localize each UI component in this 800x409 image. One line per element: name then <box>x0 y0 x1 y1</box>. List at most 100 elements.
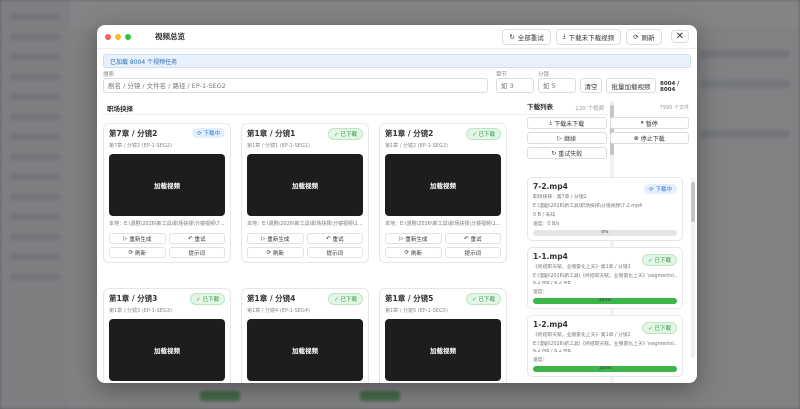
status-badge: ✓ 已下载 <box>642 254 677 266</box>
download-missing-button[interactable]: ⤓ 下载未下载 <box>527 117 607 129</box>
status-badge: ⟳ 下载中 <box>644 184 677 194</box>
retry-button[interactable]: ↶ 重试 <box>168 233 225 244</box>
status-badge: ✓ 已下载 <box>642 322 677 334</box>
card-subtitle: 第1章 / 分镜5 (EP-1-SEG5) <box>385 308 448 314</box>
video-placeholder[interactable]: 加载视频 <box>109 319 225 381</box>
progress-text: 0% <box>601 230 609 235</box>
refresh-button[interactable]: ⟳ 刷新 <box>626 28 662 45</box>
download-item[interactable]: 1-2.mp4 ✓ 已下载 《终结职天赋，业赠雷化上天》· 第1章 / 分镜2 … <box>527 315 683 377</box>
pause-icon: ⏸ <box>640 119 644 126</box>
refresh-button[interactable]: ⟳ 刷新 <box>247 247 304 258</box>
maximize-dot[interactable] <box>125 33 131 40</box>
pause-button[interactable]: ⏸ 暂停 <box>609 117 689 129</box>
shot-label: 分镜 <box>538 72 550 78</box>
batch-load-button[interactable]: 批量加载视频 <box>606 78 656 93</box>
play-icon: ▷ <box>399 235 404 242</box>
download-header: 下载列表 7990 个文件 <box>527 101 689 111</box>
download-title: 下载列表 <box>527 103 553 111</box>
file-size: 0 B / 未知 <box>533 213 556 218</box>
status-badge: ✓ 已下载 <box>328 293 363 305</box>
retry-failed-button[interactable]: ↻ 重试失败 <box>527 147 607 159</box>
retry-button[interactable]: ↶ 重试 <box>444 233 501 244</box>
progress-text: 100% <box>598 298 612 303</box>
video-card[interactable]: 第1章 / 分镜1 ✓ 已下载 第1章 / 分镜1 (EP-1-SEG1) 加载… <box>241 123 369 263</box>
scrollbar-thumb[interactable] <box>691 182 695 222</box>
refresh-icon: ⟳ <box>266 249 272 256</box>
download-item[interactable]: 7-2.mp4 ⟳ 下载中 职场抉择 · 第7章 / 分镜2 E:\漫剧\202… <box>527 177 683 241</box>
refresh-icon: ⟳ <box>404 249 410 256</box>
chapter-input[interactable] <box>496 78 534 93</box>
card-path: 本地：E:\漫剧\2026\新工具\职场抉择\分镜视频\1... <box>247 221 363 227</box>
video-placeholder[interactable]: 加载视频 <box>385 319 501 381</box>
retry-icon: ↶ <box>187 235 193 242</box>
file-speed: 速度： <box>533 290 548 295</box>
minimize-dot[interactable] <box>115 33 121 40</box>
progress-text: 100% <box>598 366 612 371</box>
play-icon: ▷ <box>557 134 563 142</box>
video-card[interactable]: 第1章 / 分镜3 ✓ 已下载 第1章 / 分镜3 (EP-1-SEG3) 加载… <box>103 288 231 383</box>
video-placeholder[interactable]: 加载视频 <box>385 154 501 216</box>
prompt-button[interactable]: 提示词 <box>168 247 225 258</box>
file-speed: 速度： <box>533 358 548 363</box>
regenerate-button[interactable]: ▷ 重新生成 <box>247 233 304 244</box>
prompt-button[interactable]: 提示词 <box>306 247 363 258</box>
status-badge: ✓ 已下载 <box>466 293 501 305</box>
file-path: E:\漫剧\2026\新工具\《终结职天赋，业赠雷化上天》\segments\.… <box>533 342 677 347</box>
group-name: 职场抉择 <box>107 104 133 113</box>
play-icon: ▷ <box>123 235 128 242</box>
refresh-button[interactable]: ⟳ 刷新 <box>385 247 442 258</box>
prompt-button[interactable]: 提示词 <box>444 247 501 258</box>
load-notice: 已加载 8004 个视频任务 <box>103 54 691 68</box>
card-subtitle: 第7章 / 分镜2 (EP-1-SEG2) <box>109 143 172 149</box>
shot-input[interactable] <box>538 78 576 93</box>
clear-button[interactable]: 清空 <box>580 78 602 93</box>
progress-bar: 100% <box>533 298 677 304</box>
file-path: E:\漫剧\2026\新工具\《终结职天赋，业赠雷化上天》\segments\.… <box>533 274 677 279</box>
download-item[interactable]: 1-1.mp4 ✓ 已下载 《终结职天赋，业赠雷化上天》· 第1章 / 分镜1 … <box>527 247 683 309</box>
status-badge: ⟳ 下载中 <box>192 128 225 138</box>
video-placeholder[interactable]: 加载视频 <box>247 319 363 381</box>
stop-icon: ⊗ <box>633 134 639 142</box>
resume-button[interactable]: ▷ 继续 <box>527 132 607 144</box>
card-subtitle: 第1章 / 分镜1 (EP-1-SEG1) <box>247 143 310 149</box>
file-source: 职场抉择 · 第7章 / 分镜2 <box>533 195 587 200</box>
card-subtitle: 第1章 / 分镜3 (EP-1-SEG3) <box>109 308 172 314</box>
retry-icon: ↻ <box>551 149 557 157</box>
retry-icon: ↻ <box>509 32 515 41</box>
search-input[interactable] <box>103 78 488 93</box>
video-card[interactable]: 第1章 / 分镜5 ✓ 已下载 第1章 / 分镜5 (EP-1-SEG5) 加载… <box>379 288 507 383</box>
filter-bar: 搜索 章节 分镜 清空 批量加载视频 8004 / 8004 <box>103 70 691 98</box>
close-icon[interactable]: ✕ <box>670 30 689 43</box>
card-subtitle: 第1章 / 分镜2 (EP-1-SEG2) <box>385 143 448 149</box>
progress-bar: 0% <box>533 230 677 236</box>
video-card[interactable]: 第7章 / 分镜2 ⟳ 下载中 第7章 / 分镜2 (EP-1-SEG2) 加载… <box>103 123 231 263</box>
regenerate-button[interactable]: ▷ 重新生成 <box>385 233 442 244</box>
play-icon: ▷ <box>261 235 266 242</box>
regenerate-button[interactable]: ▷ 重新生成 <box>109 233 166 244</box>
download-count: 7990 个文件 <box>659 105 689 111</box>
retry-button[interactable]: ↶ 重试 <box>306 233 363 244</box>
card-path: 本地：E:\漫剧\2026\新工具\职场抉择\分镜视频\1... <box>385 221 501 227</box>
video-card[interactable]: 第1章 / 分镜2 ✓ 已下载 第1章 / 分镜2 (EP-1-SEG2) 加载… <box>379 123 507 263</box>
dialog-titlebar: 视频总览 ↻ 全部重试 ⤓ 下载未下载视频 ⟳ 刷新 ✕ <box>97 25 697 49</box>
retry-icon: ↶ <box>325 235 331 242</box>
retry-all-button[interactable]: ↻ 全部重试 <box>502 28 551 45</box>
file-path: E:\漫剧\2026\新工具\职场抉择\分镜视频\7-2.mp4 <box>533 204 643 209</box>
video-placeholder[interactable]: 加载视频 <box>247 154 363 216</box>
stop-download-button[interactable]: ⊗ 停止下载 <box>609 132 689 144</box>
retry-icon: ↶ <box>463 235 469 242</box>
video-placeholder[interactable]: 加载视频 <box>109 154 225 216</box>
status-badge: ✓ 已下载 <box>466 128 501 140</box>
refresh-icon: ⟳ <box>633 32 639 41</box>
download-missing-button[interactable]: ⤓ 下载未下载视频 <box>555 28 622 45</box>
file-size: 6.2 MB / 6.2 MB <box>533 349 571 354</box>
status-badge: ✓ 已下载 <box>328 128 363 140</box>
download-list-scrollbar[interactable] <box>691 178 695 358</box>
video-card[interactable]: 第1章 / 分镜4 ✓ 已下载 第1章 / 分镜4 (EP-1-SEG4) 加载… <box>241 288 369 383</box>
close-dot[interactable] <box>105 33 111 40</box>
chapter-label: 章节 <box>496 72 508 78</box>
status-badge: ✓ 已下载 <box>190 293 225 305</box>
result-count: 8004 / 8004 <box>660 81 680 93</box>
download-icon: ⤓ <box>562 32 566 40</box>
refresh-button[interactable]: ⟳ 刷新 <box>109 247 166 258</box>
